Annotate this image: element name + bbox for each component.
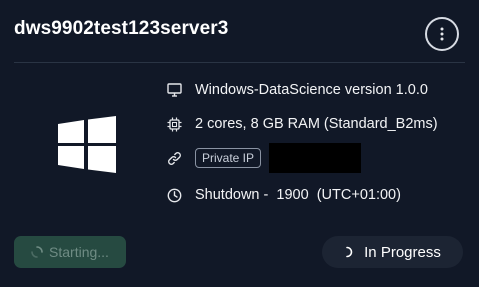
status-in-progress: In Progress bbox=[322, 236, 463, 268]
vm-title: dws9902test123server3 bbox=[14, 18, 229, 39]
more-vertical-icon bbox=[440, 27, 444, 41]
header-divider bbox=[14, 62, 465, 63]
private-ip-badge: Private IP bbox=[195, 148, 262, 168]
redacted-ip-value bbox=[269, 143, 362, 173]
info-image-row: Windows-DataScience version 1.0.0 bbox=[166, 78, 428, 102]
spinner-icon bbox=[31, 246, 43, 258]
windows-logo-icon bbox=[58, 116, 116, 173]
spinner-icon bbox=[344, 246, 354, 258]
info-size-row: 2 cores, 8 GB RAM (Standard_B2ms) bbox=[166, 112, 438, 136]
info-ip-row: Private IP bbox=[166, 143, 362, 173]
more-options-button[interactable] bbox=[425, 17, 459, 51]
cpu-chip-icon bbox=[166, 116, 182, 132]
starting-button-label: Starting... bbox=[49, 244, 109, 260]
vm-card: dws9902test123server3 Windows-DataScienc… bbox=[0, 0, 479, 287]
shutdown-schedule-text: Shutdown - 1900 (UTC+01:00) bbox=[195, 187, 401, 203]
vm-size-text: 2 cores, 8 GB RAM (Standard_B2ms) bbox=[195, 116, 438, 132]
monitor-icon bbox=[166, 82, 182, 98]
starting-button[interactable]: Starting... bbox=[14, 236, 126, 268]
status-label: In Progress bbox=[364, 243, 441, 261]
info-shutdown-row: Shutdown - 1900 (UTC+01:00) bbox=[166, 183, 401, 207]
link-icon bbox=[166, 150, 182, 166]
clock-icon bbox=[166, 187, 182, 203]
image-name-text: Windows-DataScience version 1.0.0 bbox=[195, 82, 428, 98]
